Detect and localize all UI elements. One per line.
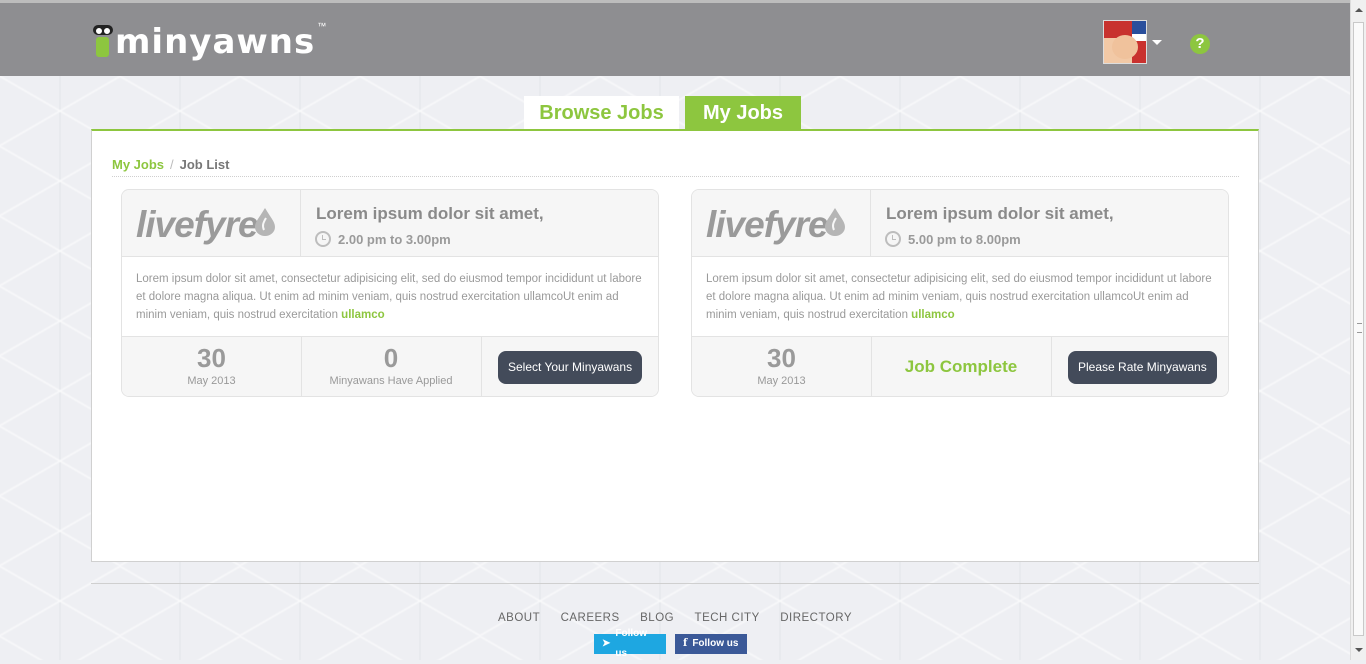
tab-browse-jobs[interactable]: Browse Jobs — [524, 96, 679, 129]
flame-drop-icon — [255, 208, 275, 236]
job-time: 5.00 pm to 8.00pm — [885, 231, 1021, 247]
footer-divider — [91, 583, 1259, 584]
job-tabs: Browse Jobs My Jobs — [524, 96, 801, 129]
twitter-follow-label: Follow us — [615, 628, 648, 659]
top-bar: minyawns ™ ? — [0, 0, 1350, 76]
tab-my-jobs[interactable]: My Jobs — [685, 96, 801, 129]
job-description: Lorem ipsum dolor sit amet, consectetur … — [136, 270, 646, 324]
clock-icon — [885, 231, 901, 247]
facebook-follow-button[interactable]: f Follow us — [675, 634, 747, 654]
job-description-text: Lorem ipsum dolor sit amet, consectetur … — [706, 273, 1212, 321]
job-date-month: May 2013 — [187, 375, 236, 387]
footer-link-blog[interactable]: BLOG — [640, 612, 674, 624]
twitter-bird-icon: ➤ — [602, 638, 611, 649]
jobs-panel: My Jobs / Job List livefyre Lorem ipsum do… — [91, 129, 1259, 562]
job-date-day: 30 — [767, 343, 796, 373]
job-time: 2.00 pm to 3.00pm — [315, 231, 451, 247]
job-card: livefyre Lorem ipsum dolor sit amet, 5.0… — [691, 189, 1229, 397]
logo-text: minyawns — [115, 22, 316, 62]
company-logo[interactable]: livefyre — [692, 190, 871, 256]
job-complete-status: Job Complete — [904, 357, 1018, 376]
help-icon[interactable]: ? — [1190, 34, 1210, 54]
job-title[interactable]: Lorem ipsum dolor sit amet, — [316, 204, 544, 224]
job-description: Lorem ipsum dolor sit amet, consectetur … — [706, 270, 1216, 324]
job-description-text: Lorem ipsum dolor sit amet, consectetur … — [136, 273, 642, 321]
select-minyawns-button[interactable]: Select Your Minyawans — [498, 351, 643, 384]
user-avatar[interactable] — [1103, 20, 1147, 64]
minyawn-mascot-icon — [93, 25, 113, 57]
chevron-down-icon[interactable] — [1152, 40, 1162, 45]
job-card-footer: 30 May 2013 0 Minyawans Have Applied Sel… — [122, 336, 658, 396]
job-card-header: livefyre Lorem ipsum dolor sit amet, 5.0… — [692, 190, 1228, 257]
job-card: livefyre Lorem ipsum dolor sit amet, 2.0… — [121, 189, 659, 397]
job-card-header: livefyre Lorem ipsum dolor sit amet, 2.0… — [122, 190, 658, 257]
vertical-scrollbar[interactable] — [1350, 0, 1366, 660]
job-title[interactable]: Lorem ipsum dolor sit amet, — [886, 204, 1114, 224]
clock-icon — [315, 231, 331, 247]
job-description-more-link[interactable]: ullamco — [341, 309, 384, 321]
job-time-text: 2.00 pm to 3.00pm — [338, 231, 451, 247]
company-logo-text: livefyre — [136, 204, 259, 245]
footer-link-tech-city[interactable]: TECH CITY — [695, 612, 760, 624]
job-date: 30 May 2013 — [122, 337, 302, 396]
footer-link-directory[interactable]: DIRECTORY — [780, 612, 852, 624]
job-date: 30 May 2013 — [692, 337, 872, 396]
rate-minyawns-button[interactable]: Please Rate Minyawans — [1068, 351, 1217, 384]
footer-nav: ABOUT CAREERS BLOG TECH CITY DIRECTORY — [0, 608, 1350, 626]
scrollbar-thumb[interactable] — [1353, 22, 1364, 636]
scroll-down-arrow-icon[interactable] — [1355, 648, 1363, 652]
applicants-number: 0 — [383, 343, 399, 373]
job-time-text: 5.00 pm to 8.00pm — [908, 231, 1021, 247]
scroll-up-arrow-icon[interactable] — [1355, 8, 1363, 12]
flame-drop-icon — [825, 208, 845, 236]
breadcrumb: My Jobs / Job List — [112, 157, 229, 172]
facebook-follow-label: Follow us — [692, 638, 739, 649]
job-description-more-link[interactable]: ullamco — [911, 309, 954, 321]
breadcrumb-current: Job List — [179, 157, 230, 172]
avatar-flag-icon — [1132, 21, 1146, 63]
company-logo[interactable]: livefyre — [122, 190, 301, 256]
scrollbar-grip-icon — [1357, 323, 1362, 333]
job-date-month: May 2013 — [757, 375, 806, 387]
applicants-label: Minyawans Have Applied — [329, 375, 453, 387]
breadcrumb-separator: / — [170, 157, 174, 172]
minyawns-logo[interactable]: minyawns ™ — [93, 21, 327, 62]
job-status: Job Complete — [871, 337, 1052, 396]
job-card-footer: 30 May 2013 Job Complete Please Rate Min… — [692, 336, 1228, 396]
job-date-day: 30 — [197, 343, 226, 373]
logo-trademark: ™ — [317, 21, 327, 31]
breadcrumb-divider — [112, 176, 1239, 177]
twitter-follow-button[interactable]: ➤ Follow us — [594, 628, 666, 659]
company-logo-text: livefyre — [706, 204, 829, 245]
facebook-f-icon: f — [683, 638, 688, 649]
footer-link-about[interactable]: ABOUT — [498, 612, 540, 624]
applicants-count: 0 Minyawans Have Applied — [301, 337, 482, 396]
breadcrumb-my-jobs-link[interactable]: My Jobs — [112, 157, 164, 172]
footer-link-careers[interactable]: CAREERS — [561, 612, 620, 624]
